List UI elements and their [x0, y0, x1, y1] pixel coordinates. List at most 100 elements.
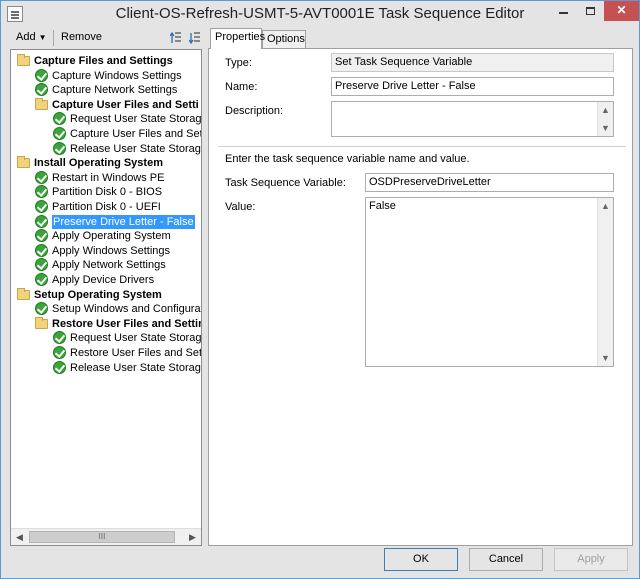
tree-step[interactable]: Apply Windows Settings	[11, 243, 201, 258]
tree-step[interactable]: Partition Disk 0 - BIOS	[11, 185, 201, 199]
scroll-up-icon[interactable]: ▲	[598, 198, 613, 214]
tree-item-label: Restart in Windows PE	[52, 171, 165, 184]
title-bar[interactable]: Client-OS-Refresh-USMT-5-AVT0001E Task S…	[1, 1, 639, 28]
check-icon	[35, 243, 48, 257]
tree-step[interactable]: Restore User Files and Setting	[11, 346, 201, 360]
tree-item-label: Partition Disk 0 - BIOS	[52, 186, 163, 199]
check-icon	[35, 200, 48, 213]
name-field[interactable]: Preserve Drive Letter - False	[331, 77, 614, 96]
tree-step[interactable]: Setup Windows and Configuration	[11, 302, 201, 316]
tree-item-label: Restore User Files and Settin	[52, 317, 202, 330]
tree-step[interactable]: Request User State Storage	[11, 331, 201, 345]
scroll-down-icon[interactable]: ▼	[598, 350, 613, 366]
folder-icon	[35, 316, 48, 329]
apply-button[interactable]: Apply	[554, 548, 628, 571]
tree-step[interactable]: Capture User Files and Setting	[11, 127, 201, 141]
tree-toolbar: Add ▼ Remove	[8, 29, 204, 49]
tree-step[interactable]: Release User State Storage	[11, 141, 201, 156]
value-scrollbar[interactable]: ▲ ▼	[597, 198, 613, 366]
cancel-button[interactable]: Cancel	[469, 548, 543, 571]
check-icon	[53, 346, 66, 359]
task-sequence-editor-window: Client-OS-Refresh-USMT-5-AVT0001E Task S…	[0, 0, 640, 579]
description-scrollbar[interactable]: ▲ ▼	[597, 102, 613, 136]
tree-item-label: Request User State Storage	[70, 113, 202, 126]
tree-group[interactable]: Restore User Files and Settin	[11, 316, 202, 331]
scroll-left-icon[interactable]: ◀	[11, 529, 28, 545]
tree-item-label: Capture Network Settings	[52, 84, 178, 97]
tree-item-label: Install Operating System	[34, 157, 163, 170]
tree-item-label: Capture User Files and Setti	[52, 98, 199, 111]
folder-icon	[17, 156, 30, 169]
scroll-thumb[interactable]: III	[29, 531, 175, 543]
tree-item-label: Release User State Storage	[70, 361, 202, 374]
tree-item-label: Capture User Files and Setting	[70, 128, 202, 140]
tab-options[interactable]: Options	[262, 30, 306, 48]
remove-button[interactable]: Remove	[61, 31, 102, 43]
minimize-button[interactable]	[550, 1, 577, 21]
folder-icon	[17, 287, 30, 300]
tree-step[interactable]: Release User State Storage	[11, 360, 202, 375]
tree-group[interactable]: Install Operating System	[11, 156, 201, 170]
check-icon	[53, 331, 66, 345]
value-label: Value:	[225, 201, 256, 213]
check-icon	[53, 127, 66, 140]
tree-step[interactable]: Capture Windows Settings	[11, 68, 201, 83]
add-menu-button[interactable]: Add ▼	[16, 31, 47, 43]
maximize-button[interactable]	[577, 1, 604, 21]
window-title: Client-OS-Refresh-USMT-5-AVT0001E Task S…	[115, 5, 525, 22]
tree-group[interactable]: Capture Files and Settings	[11, 54, 201, 68]
tree-step[interactable]: Restart in Windows PE	[11, 170, 201, 185]
check-icon	[35, 258, 48, 272]
toolbar-separator	[53, 30, 54, 46]
tree-item-label: Apply Device Drivers	[52, 274, 155, 286]
tree-step[interactable]: Apply Device Drivers	[11, 273, 201, 287]
tree-step[interactable]: Request User State Storage	[11, 112, 201, 126]
tree-step[interactable]: Apply Operating System	[11, 229, 201, 243]
value-field[interactable]: False ▲ ▼	[365, 197, 614, 367]
type-field: Set Task Sequence Variable	[331, 53, 614, 72]
name-label: Name:	[225, 81, 258, 93]
maximize-icon	[586, 6, 595, 15]
tab-properties[interactable]: Properties	[210, 28, 265, 49]
close-button[interactable]: ✕	[604, 1, 639, 21]
check-icon	[53, 141, 66, 155]
variable-field[interactable]: OSDPreserveDriveLetter	[365, 173, 614, 192]
type-label: Type:	[225, 57, 252, 69]
check-icon	[35, 229, 48, 243]
check-icon	[53, 112, 66, 126]
tree-item-label: Apply Operating System	[52, 230, 171, 243]
tree-step[interactable]: Capture Network Settings	[11, 83, 201, 97]
tree-item-label: Setup Operating System	[34, 288, 162, 301]
horizontal-scrollbar[interactable]: ◀ III ▶	[11, 528, 201, 545]
move-up-icon[interactable]	[170, 31, 182, 45]
check-icon	[35, 273, 48, 286]
tree-group[interactable]: Capture User Files and Setti	[11, 97, 201, 112]
add-label: Add	[16, 31, 36, 43]
task-sequence-tree[interactable]: Capture Files and Settings Capture Window…	[10, 49, 202, 546]
move-down-icon[interactable]	[189, 31, 201, 45]
tree-step[interactable]: Apply Network Settings	[11, 258, 201, 272]
scroll-down-icon[interactable]: ▼	[598, 120, 613, 136]
check-icon	[53, 360, 66, 374]
folder-icon	[17, 54, 30, 66]
scroll-up-icon[interactable]: ▲	[598, 102, 613, 118]
description-field[interactable]: ▲ ▼	[331, 101, 614, 137]
description-label: Description:	[225, 105, 284, 117]
check-icon	[35, 68, 48, 82]
tree-item-label: Request User State Storage	[70, 332, 202, 345]
tree-item-label: Preserve Drive Letter - False	[52, 214, 195, 229]
check-icon	[35, 302, 48, 316]
tree-item-label: Setup Windows and Configuration	[52, 303, 202, 316]
scroll-right-icon[interactable]: ▶	[184, 529, 201, 545]
tree-step[interactable]: Preserve Drive Letter - False	[11, 214, 201, 229]
tree-step[interactable]: Partition Disk 0 - UEFI	[11, 200, 201, 214]
tree-item-label: Capture Files and Settings	[34, 55, 173, 67]
tree-item-label: Apply Windows Settings	[52, 244, 170, 257]
tree-item-label: Apply Network Settings	[52, 259, 166, 272]
tree-group[interactable]: Setup Operating System	[11, 287, 201, 302]
check-icon	[35, 214, 48, 228]
check-icon	[35, 83, 48, 97]
tree-item-label: Capture Windows Settings	[52, 69, 182, 82]
section-divider	[218, 146, 626, 147]
ok-button[interactable]: OK	[384, 548, 458, 571]
